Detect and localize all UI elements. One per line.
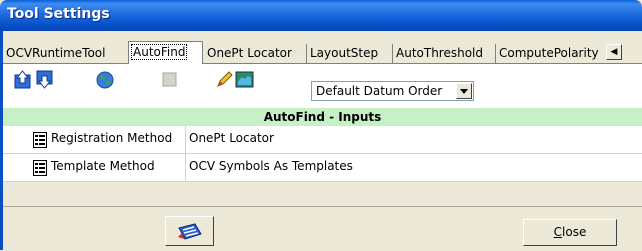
keyboard-button[interactable] xyxy=(165,216,214,246)
title-bar[interactable]: Tool Settings xyxy=(0,0,642,31)
section-header: AutoFind - Inputs xyxy=(3,108,642,126)
window-title: Tool Settings xyxy=(7,6,110,22)
tab-autofind[interactable]: AutoFind xyxy=(128,41,203,64)
tab-label: OCVRuntimeTool xyxy=(6,46,106,60)
datum-order-value: Default Datum Order xyxy=(316,84,443,98)
property-value[interactable]: OCV Symbols As Templates xyxy=(189,159,353,173)
close-label: lose xyxy=(562,225,587,239)
tab-strip: OCVRuntimeTool AutoFind OnePt Locator La… xyxy=(3,41,642,64)
disabled-blank-icon xyxy=(162,72,177,87)
tab-label: OnePt Locator xyxy=(207,46,292,60)
move-down-icon[interactable] xyxy=(35,70,54,89)
move-up-icon[interactable] xyxy=(13,70,32,89)
tab-autothreshold[interactable]: AutoThreshold xyxy=(393,44,496,63)
property-row-template-method[interactable]: Template Method OCV Symbols As Templates xyxy=(3,154,642,182)
close-button[interactable]: Close xyxy=(523,219,617,246)
property-value[interactable]: OnePt Locator xyxy=(189,131,274,145)
property-name: Template Method xyxy=(51,159,155,173)
property-list-icon xyxy=(33,132,47,148)
tab-ocvruntimetool[interactable]: OCVRuntimeTool xyxy=(3,44,129,63)
tab-label: ComputePolarity xyxy=(499,46,599,60)
property-row-registration-method[interactable]: Registration Method OnePt Locator xyxy=(3,126,642,154)
edit-pencil-icon[interactable] xyxy=(215,70,234,89)
tab-onept-locator[interactable]: OnePt Locator xyxy=(204,44,307,63)
datum-order-select[interactable]: Default Datum Order xyxy=(311,81,474,101)
close-mnemonic: C xyxy=(553,225,563,239)
arrow-left-icon: ◀ xyxy=(610,47,618,57)
tab-layoutstep[interactable]: LayoutStep xyxy=(307,44,393,63)
tab-scroll-left-button[interactable]: ◀ xyxy=(606,44,622,60)
column-divider xyxy=(185,126,186,153)
tab-label: AutoFind xyxy=(130,44,188,60)
globe-icon[interactable] xyxy=(95,70,114,89)
map-icon[interactable] xyxy=(235,70,254,89)
tab-computepolarity[interactable]: ComputePolarity xyxy=(496,44,608,63)
tab-label: LayoutStep xyxy=(310,46,379,60)
property-name: Registration Method xyxy=(51,131,173,145)
property-grid: Registration Method OnePt Locator Templa… xyxy=(3,126,642,182)
tab-label: AutoThreshold xyxy=(396,46,483,60)
column-divider xyxy=(185,154,186,181)
property-list-icon xyxy=(33,160,47,176)
chevron-down-icon[interactable] xyxy=(456,83,472,99)
keyboard-icon xyxy=(178,223,202,240)
footer-bar: Close xyxy=(3,206,642,251)
